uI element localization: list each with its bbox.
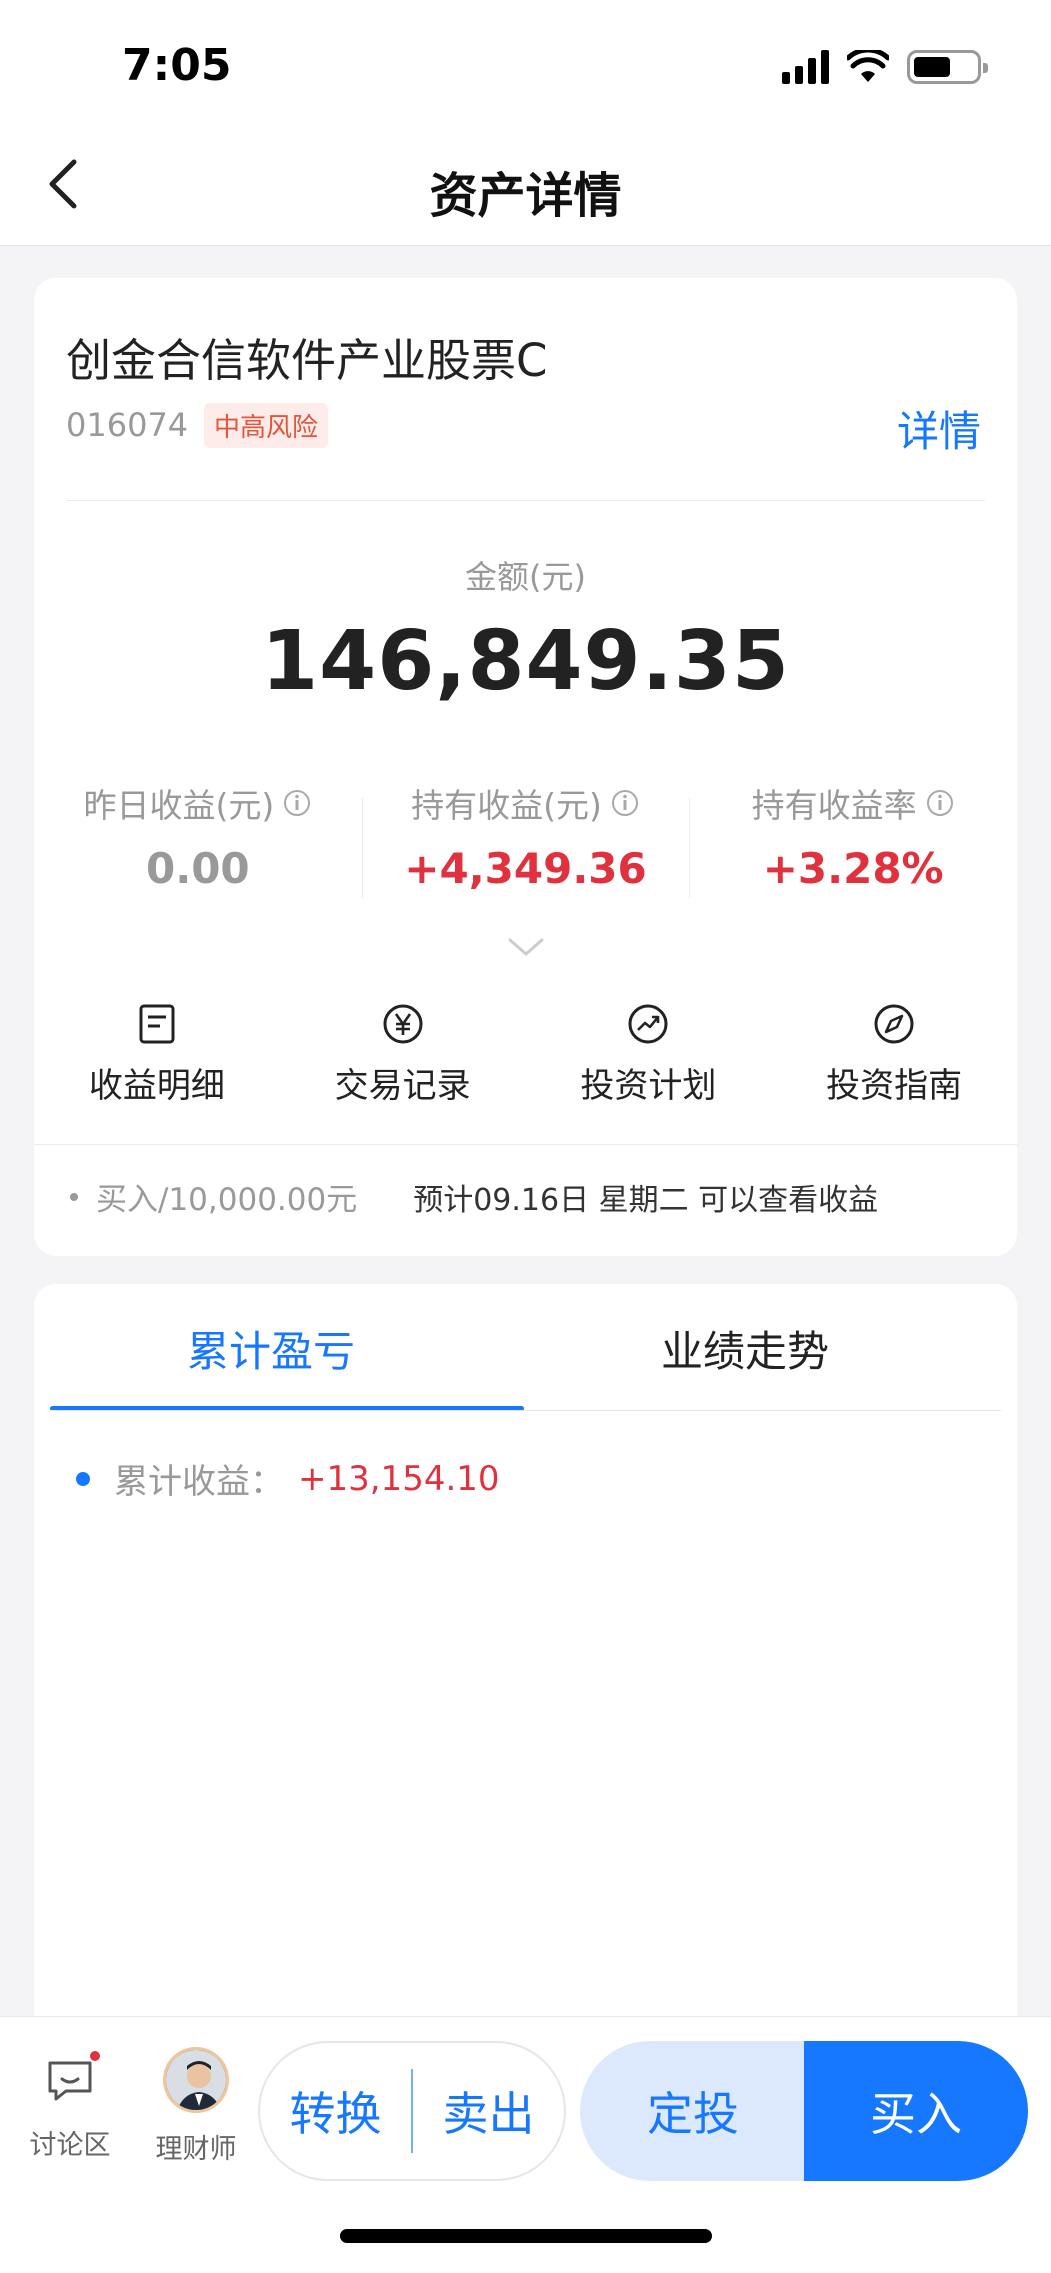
stat-holding-profit: 持有收益(元) +4,349.36 <box>361 778 690 898</box>
legend-value: +13,154.10 <box>298 1458 500 1499</box>
action-label: 投资指南 <box>826 1066 963 1106</box>
convert-button[interactable]: 转换 <box>260 2078 411 2144</box>
divider <box>411 2069 413 2153</box>
expected-text: 预计09.16日 星期二 可以查看收益 <box>413 1182 879 1218</box>
nav-bar: 资产详情 <box>0 120 1051 246</box>
stat-label: 持有收益(元) <box>411 786 602 825</box>
cellular-signal-icon <box>782 50 829 84</box>
legend-label: 累计收益： <box>114 1462 284 1502</box>
compass-icon <box>874 1004 914 1044</box>
action-invest-guide[interactable]: 投资指南 <box>771 1002 1017 1112</box>
stat-label: 持有收益率 <box>751 786 917 825</box>
advisor-button[interactable]: 理财师 <box>148 2047 244 2166</box>
advisor-avatar <box>163 2047 229 2113</box>
stat-value: 0.00 <box>146 844 250 893</box>
chevron-down-icon[interactable] <box>506 936 546 960</box>
convert-sell-group: 转换 卖出 <box>258 2041 566 2181</box>
status-time: 7:05 <box>122 40 232 91</box>
tab-cumulative-profit[interactable]: 累计盈亏 <box>34 1318 508 1379</box>
stat-value: +3.28% <box>762 844 944 893</box>
purchase-text: 买入/10,000.00元 <box>96 1182 358 1218</box>
info-icon[interactable] <box>925 788 955 818</box>
notification-dot <box>88 2049 102 2063</box>
action-label: 收益明细 <box>88 1066 225 1106</box>
detail-link[interactable]: 详情 <box>897 398 981 459</box>
stat-yesterday: 昨日收益(元) 0.00 <box>34 778 362 898</box>
page-title: 资产详情 <box>429 168 622 224</box>
amount-value: 146,849.35 <box>261 614 790 709</box>
tab-performance-trend[interactable]: 业绩走势 <box>508 1318 982 1379</box>
action-label: 投资计划 <box>580 1066 717 1106</box>
stat-holding-rate: 持有收益率 +3.28% <box>689 778 1017 898</box>
fund-name: 创金合信软件产业股票C <box>66 334 548 387</box>
sell-button[interactable]: 卖出 <box>413 2078 564 2144</box>
advisor-label: 理财师 <box>155 2134 237 2165</box>
fund-code: 016074 <box>66 406 189 444</box>
battery-icon <box>907 50 988 84</box>
buy-button[interactable]: 买入 <box>804 2041 1028 2181</box>
risk-badge: 中高风险 <box>204 403 329 448</box>
divider <box>34 1144 1017 1145</box>
status-icons <box>782 50 988 84</box>
divider <box>50 1410 1001 1411</box>
status-bar: 7:05 <box>0 0 1051 120</box>
bullet-dot <box>70 1192 78 1201</box>
action-row: 收益明细 交易记录 投资计划 投资指南 <box>34 1002 1017 1112</box>
discussion-label: 讨论区 <box>29 2130 111 2161</box>
stats-row: 昨日收益(元) 0.00 持有收益(元) +4,349.36 持有收益率 +3.… <box>34 778 1017 898</box>
action-profit-detail[interactable]: 收益明细 <box>34 1002 280 1112</box>
amount-label: 金额(元) <box>465 558 586 596</box>
legend-dot <box>76 1471 90 1486</box>
fund-summary-card: 创金合信软件产业股票C 016074 中高风险 详情 金额(元) 146,849… <box>34 278 1017 1256</box>
stat-value: +4,349.36 <box>404 844 647 893</box>
action-invest-plan[interactable]: 投资计划 <box>526 1002 772 1112</box>
bottom-action-bar: 讨论区 理财师 转换 卖出 定投 买入 <box>0 2016 1051 2273</box>
divider <box>66 500 985 501</box>
action-label: 交易记录 <box>334 1066 471 1106</box>
action-trade-records[interactable]: 交易记录 <box>280 1002 526 1112</box>
wifi-icon <box>847 50 889 82</box>
discussion-button[interactable]: 讨论区 <box>22 2049 118 2162</box>
pending-purchase-row[interactable]: 买入/10,000.00元 预计09.16日 星期二 可以查看收益 <box>70 1174 878 1219</box>
info-icon[interactable] <box>610 788 640 818</box>
auto-invest-button[interactable]: 定投 <box>580 2041 806 2181</box>
document-icon <box>139 1004 175 1044</box>
yen-icon <box>383 1004 423 1044</box>
chart-legend: 累计收益： +13,154.10 <box>76 1454 500 1503</box>
home-indicator <box>340 2229 712 2243</box>
info-icon[interactable] <box>282 788 312 818</box>
avatar-image <box>166 2050 226 2110</box>
stat-label: 昨日收益(元) <box>83 786 275 825</box>
trend-icon <box>628 1004 668 1044</box>
